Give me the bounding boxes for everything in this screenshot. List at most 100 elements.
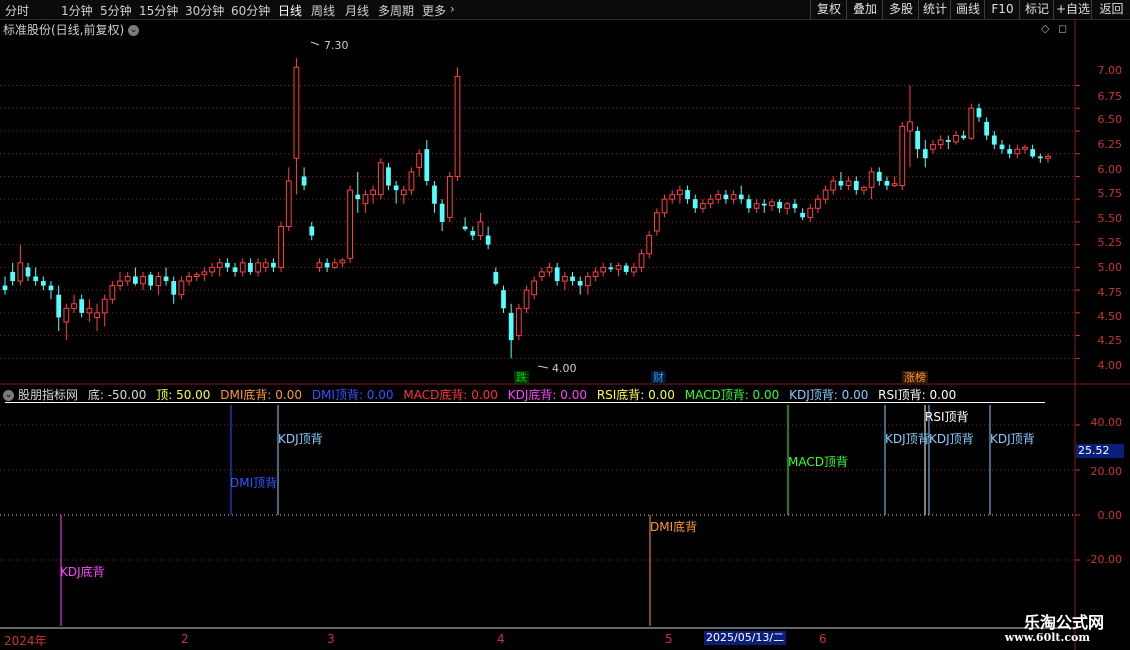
legend-kdj-top: KDJ顶背: 0.00 <box>789 388 869 402</box>
date-tick: 6 <box>819 632 827 646</box>
candle <box>446 171 453 222</box>
candle-body <box>40 281 46 286</box>
indicator-tick: 0.00 <box>1097 509 1123 522</box>
candle-body <box>777 201 782 209</box>
candle-body <box>293 66 300 159</box>
candle <box>976 103 982 122</box>
candle <box>33 267 39 286</box>
candle-body <box>738 194 744 200</box>
high-price-label: 7.30 <box>324 39 349 52</box>
kline-chart[interactable]: 7.30 4.00 <box>0 0 1130 650</box>
candle-body <box>638 253 645 268</box>
watermark-url: www.60lt.com <box>1004 631 1090 644</box>
candle <box>707 194 714 209</box>
event-marker-fall[interactable]: 跌 <box>514 371 529 384</box>
candle-body <box>424 149 430 181</box>
candle-body <box>669 194 676 200</box>
candle-body <box>1030 149 1036 157</box>
candle-body <box>232 267 238 272</box>
candle-body <box>17 262 24 282</box>
candle-body <box>838 180 844 186</box>
candle-body <box>784 203 791 209</box>
candle <box>309 221 315 241</box>
indicator-current-value: 25.52 <box>1076 444 1124 458</box>
candle <box>48 281 54 300</box>
candle <box>738 185 744 204</box>
candle-body <box>278 225 284 268</box>
candle <box>930 140 936 154</box>
candle-body <box>861 186 867 191</box>
candle <box>715 190 722 204</box>
event-marker-finance[interactable]: 财 <box>651 371 666 384</box>
candle <box>937 135 944 150</box>
candle-body <box>922 149 928 159</box>
candle <box>815 194 821 213</box>
candle-body <box>155 275 162 287</box>
candle-body <box>355 194 361 200</box>
legend-kdj-bottom: KDJ底背: 0.00 <box>507 388 587 402</box>
candle-body <box>86 307 93 314</box>
date-tick: 2 <box>181 632 189 646</box>
candle <box>600 262 607 277</box>
candle-body <box>561 275 568 282</box>
candle-body <box>523 289 530 309</box>
candle <box>400 185 407 204</box>
candle <box>301 167 307 191</box>
candle-body <box>408 171 415 191</box>
candle <box>922 140 928 168</box>
candle-body <box>117 280 123 287</box>
candle <box>132 267 138 286</box>
candle-body <box>56 294 62 318</box>
indicator-tick: 20.00 <box>1090 465 1123 478</box>
candle-body <box>753 203 760 209</box>
signal-label: DMI顶背 <box>230 476 278 490</box>
candle-body <box>584 275 591 287</box>
candle <box>56 285 62 332</box>
candle-body <box>546 266 553 273</box>
candle-body <box>271 262 276 268</box>
candle <box>201 267 208 282</box>
candle-body <box>148 274 154 286</box>
candle <box>838 171 844 191</box>
candle <box>232 262 238 277</box>
candle <box>638 249 645 272</box>
candle <box>155 271 162 295</box>
candle-body <box>101 298 108 314</box>
candle <box>424 140 430 186</box>
candle <box>377 158 384 200</box>
candle-body <box>416 153 423 168</box>
candle-body <box>485 235 491 245</box>
candle <box>853 176 859 195</box>
low-marker: 4.00 <box>537 362 577 375</box>
candle-body <box>945 140 951 142</box>
candle-body <box>853 180 859 191</box>
candle-body <box>377 162 384 196</box>
candle-body <box>71 303 77 309</box>
candle-body <box>968 107 975 139</box>
candle-body <box>600 266 607 273</box>
candle <box>278 221 284 272</box>
candle-body <box>608 267 614 270</box>
candle <box>255 258 261 277</box>
candle-body <box>1037 156 1043 159</box>
candle-body <box>33 276 39 282</box>
candle <box>968 103 975 141</box>
candle <box>347 185 353 263</box>
candle-body <box>845 180 852 187</box>
chevron-down-icon[interactable]: ⌄ <box>3 390 14 401</box>
candle <box>630 262 637 277</box>
candle <box>653 208 660 236</box>
candle <box>907 85 913 168</box>
date-tick: 4 <box>497 632 505 646</box>
candle <box>493 267 499 286</box>
candle <box>807 203 814 222</box>
candle-body <box>715 194 722 200</box>
candle-body <box>815 198 821 209</box>
candle <box>124 271 131 286</box>
indicator-name[interactable]: 股朋指标网 <box>18 388 78 402</box>
candle <box>730 190 737 204</box>
candle <box>239 258 246 277</box>
candle <box>10 262 16 286</box>
signal-label: KDJ顶背 <box>929 432 974 446</box>
event-marker-rank[interactable]: 涨榜 <box>902 371 928 384</box>
